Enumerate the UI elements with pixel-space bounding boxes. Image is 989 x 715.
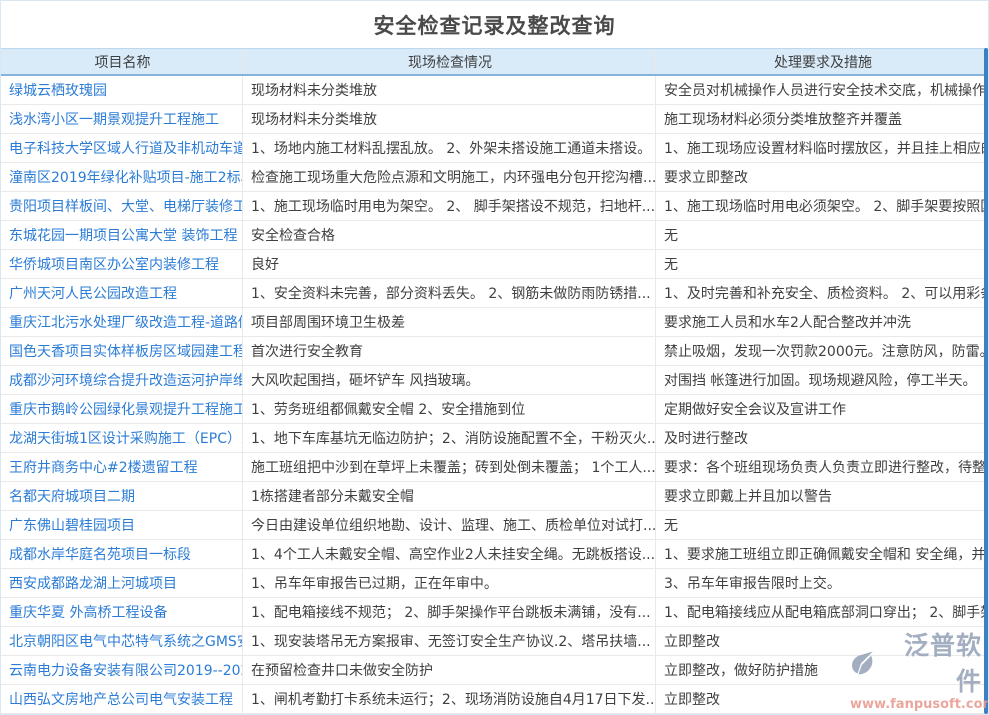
project-name-link[interactable]: 王府井商务中心#2楼遗留工程 (1, 453, 243, 481)
inspection-status-cell: 施工班组把中沙到在草坪上未覆盖；砖到处倒未覆盖； 1个工人... (243, 453, 656, 481)
measures-cell: 3、吊车年审报告限时上交。 (656, 569, 988, 597)
table-row: 浅水湾小区一期景观提升工程施工 现场材料未分类堆放 施工现场材料必须分类堆放整齐… (1, 105, 988, 134)
inspection-status-cell: 1栋搭建者部分未戴安全帽 (243, 482, 656, 510)
measures-cell: 定期做好安全会议及宣讲工作 (656, 395, 988, 423)
project-name-link[interactable]: 潼南区2019年绿化补贴项目-施工2标段 (1, 163, 243, 191)
project-name-link[interactable]: 华侨城项目南区办公室内装修工程 (1, 250, 243, 278)
table-body: 绿城云栖玫瑰园 现场材料未分类堆放 安全员对机械操作人员进行安全技术交底，机械操… (1, 76, 988, 714)
project-name-link[interactable]: 贵阳项目样板间、大堂、电梯厅装修工程 (1, 192, 243, 220)
project-name-link[interactable]: 浅水湾小区一期景观提升工程施工 (1, 105, 243, 133)
page-title: 安全检查记录及整改查询 (1, 1, 988, 48)
table-row: 重庆江北污水处理厂级改造工程-道路修复 项目部周围环境卫生极差 要求施工人员和水… (1, 308, 988, 337)
table-row: 北京朝阳区电气中芯特气系统之GMS安装 1、现安装塔吊无方案报审、无签订安全生产… (1, 627, 988, 656)
table-row: 重庆市鹅岭公园绿化景观提升工程施工 1、劳务班组都佩戴安全帽 2、安全措施到位 … (1, 395, 988, 424)
project-name-link[interactable]: 云南电力设备安装有限公司2019--2020年度 (1, 656, 243, 684)
inspection-status-cell: 良好 (243, 250, 656, 278)
measures-cell: 1、配电箱接线应从配电箱底部洞口穿出； 2、脚手架操作 (656, 598, 988, 626)
table-row: 广东佛山碧桂园项目 今日由建设单位组织地勘、设计、监理、施工、质检单位对试打..… (1, 511, 988, 540)
table-row: 潼南区2019年绿化补贴项目-施工2标段 检查施工现场重大危险点源和文明施工，内… (1, 163, 988, 192)
measures-cell: 1、要求施工班组立即正确佩戴安全帽和 安全绳，并立即纠 (656, 540, 988, 568)
measures-cell: 立即整改 (656, 627, 988, 655)
header-measures: 处理要求及措施 (656, 49, 988, 74)
measures-cell: 立即整改，做好防护措施 (656, 656, 988, 684)
measures-cell: 禁止吸烟，发现一次罚款2000元。注意防风，防雷。施工期 (656, 337, 988, 365)
measures-cell: 要求立即整改 (656, 163, 988, 191)
table-row: 名都天府城项目二期 1栋搭建者部分未戴安全帽 要求立即戴上并且加以警告 (1, 482, 988, 511)
measures-cell: 1、施工现场临时用电必须架空。 2、脚手架要按照国家标 (656, 192, 988, 220)
inspection-status-cell: 检查施工现场重大危险点源和文明施工，内环强电分包开挖沟槽... (243, 163, 656, 191)
project-name-link[interactable]: 成都水岸华庭名苑项目一标段 (1, 540, 243, 568)
safety-inspection-query-page: 安全检查记录及整改查询 项目名称 现场检查情况 处理要求及措施 绿城云栖玫瑰园 … (0, 0, 989, 715)
project-name-link[interactable]: 龙湖天街城1区设计采购施工（EPC）总承包 (1, 424, 243, 452)
measures-cell: 及时进行整改 (656, 424, 988, 452)
measures-cell: 要求立即戴上并且加以警告 (656, 482, 988, 510)
project-name-link[interactable]: 国色天香项目实体样板房区域园建工程 (1, 337, 243, 365)
table-row: 山西弘文房地产总公司电气安装工程 1、闸机考勤打卡系统未运行；2、现场消防设施自… (1, 685, 988, 714)
project-name-link[interactable]: 重庆江北污水处理厂级改造工程-道路修复 (1, 308, 243, 336)
project-name-link[interactable]: 山西弘文房地产总公司电气安装工程 (1, 685, 243, 713)
table-row: 国色天香项目实体样板房区域园建工程 首次进行安全教育 禁止吸烟，发现一次罚款20… (1, 337, 988, 366)
measures-cell: 无 (656, 511, 988, 539)
table-row: 成都沙河环境综合提升改造运河护岸维修改造 大风吹起围挡，砸坏铲车 风挡玻璃。 对… (1, 366, 988, 395)
project-name-link[interactable]: 电子科技大学区域人行道及非机动车道工程 (1, 134, 243, 162)
project-name-link[interactable]: 广州天河人民公园改造工程 (1, 279, 243, 307)
table-row: 贵阳项目样板间、大堂、电梯厅装修工程 1、施工现场临时用电为架空。 2、 脚手架… (1, 192, 988, 221)
inspection-status-cell: 1、劳务班组都佩戴安全帽 2、安全措施到位 (243, 395, 656, 423)
table-row: 西安成都路龙湖上河城项目 1、吊车年审报告已过期，正在年审中。 3、吊车年审报告… (1, 569, 988, 598)
inspection-status-cell: 安全检查合格 (243, 221, 656, 249)
inspection-status-cell: 1、现安装塔吊无方案报审、无签订安全生产协议.2、塔吊扶墙... (243, 627, 656, 655)
inspection-table: 项目名称 现场检查情况 处理要求及措施 绿城云栖玫瑰园 现场材料未分类堆放 安全… (1, 48, 988, 714)
inspection-status-cell: 1、配电箱接线不规范； 2、脚手架操作平台跳板未满铺，没有... (243, 598, 656, 626)
inspection-status-cell: 大风吹起围挡，砸坏铲车 风挡玻璃。 (243, 366, 656, 394)
table-vertical-scrollbar[interactable] (984, 48, 988, 714)
header-project-name: 项目名称 (1, 49, 243, 74)
inspection-status-cell: 1、场地内施工材料乱摆乱放。 2、外架未搭设施工通道未搭设。 (243, 134, 656, 162)
inspection-status-cell: 首次进行安全教育 (243, 337, 656, 365)
table-row: 龙湖天街城1区设计采购施工（EPC）总承包 1、地下车库基坑无临边防护；2、消防… (1, 424, 988, 453)
inspection-status-cell: 现场材料未分类堆放 (243, 76, 656, 104)
project-name-link[interactable]: 重庆市鹅岭公园绿化景观提升工程施工 (1, 395, 243, 423)
measures-cell: 1、施工现场应设置材料临时摆放区，并且挂上相应的警示 (656, 134, 988, 162)
table-row: 东城花园一期项目公寓大堂 装饰工程 安全检查合格 无 (1, 221, 988, 250)
inspection-status-cell: 1、安全资料未完善，部分资料丢失。 2、钢筋未做防雨防锈措... (243, 279, 656, 307)
table-header-row: 项目名称 现场检查情况 处理要求及措施 (1, 48, 988, 76)
inspection-status-cell: 1、4个工人未戴安全帽、高空作业2人未挂安全绳。无跳板搭设... (243, 540, 656, 568)
project-name-link[interactable]: 广东佛山碧桂园项目 (1, 511, 243, 539)
table-row: 广州天河人民公园改造工程 1、安全资料未完善，部分资料丢失。 2、钢筋未做防雨防… (1, 279, 988, 308)
measures-cell: 1、及时完善和补充安全、质检资料。 2、可以用彩条布进 (656, 279, 988, 307)
project-name-link[interactable]: 成都沙河环境综合提升改造运河护岸维修改造 (1, 366, 243, 394)
table-row: 电子科技大学区域人行道及非机动车道工程 1、场地内施工材料乱摆乱放。 2、外架未… (1, 134, 988, 163)
inspection-status-cell: 今日由建设单位组织地勘、设计、监理、施工、质检单位对试打... (243, 511, 656, 539)
table-row: 绿城云栖玫瑰园 现场材料未分类堆放 安全员对机械操作人员进行安全技术交底，机械操… (1, 76, 988, 105)
inspection-status-cell: 现场材料未分类堆放 (243, 105, 656, 133)
project-name-link[interactable]: 西安成都路龙湖上河城项目 (1, 569, 243, 597)
table-row: 成都水岸华庭名苑项目一标段 1、4个工人未戴安全帽、高空作业2人未挂安全绳。无跳… (1, 540, 988, 569)
inspection-status-cell: 1、吊车年审报告已过期，正在年审中。 (243, 569, 656, 597)
measures-cell: 要求施工人员和水车2人配合整改并冲洗 (656, 308, 988, 336)
project-name-link[interactable]: 重庆华夏 外高桥工程设备 (1, 598, 243, 626)
measures-cell: 无 (656, 250, 988, 278)
project-name-link[interactable]: 北京朝阳区电气中芯特气系统之GMS安装 (1, 627, 243, 655)
measures-cell: 施工现场材料必须分类堆放整齐并覆盖 (656, 105, 988, 133)
measures-cell: 安全员对机械操作人员进行安全技术交底，机械操作人 员培 (656, 76, 988, 104)
measures-cell: 要求：各个班组现场负责人负责立即进行整改，待整改完毕 (656, 453, 988, 481)
inspection-status-cell: 在预留检查井口未做安全防护 (243, 656, 656, 684)
measures-cell: 无 (656, 221, 988, 249)
table-row: 重庆华夏 外高桥工程设备 1、配电箱接线不规范； 2、脚手架操作平台跳板未满铺，… (1, 598, 988, 627)
inspection-status-cell: 1、地下车库基坑无临边防护；2、消防设施配置不全，干粉灭火... (243, 424, 656, 452)
table-row: 王府井商务中心#2楼遗留工程 施工班组把中沙到在草坪上未覆盖；砖到处倒未覆盖； … (1, 453, 988, 482)
table-row: 云南电力设备安装有限公司2019--2020年度 在预留检查井口未做安全防护 立… (1, 656, 988, 685)
inspection-status-cell: 项目部周围环境卫生极差 (243, 308, 656, 336)
project-name-link[interactable]: 绿城云栖玫瑰园 (1, 76, 243, 104)
measures-cell: 对围挡 帐篷进行加固。现场规避风险，停工半天。 (656, 366, 988, 394)
inspection-status-cell: 1、施工现场临时用电为架空。 2、 脚手架搭设不规范，扫地杆... (243, 192, 656, 220)
project-name-link[interactable]: 名都天府城项目二期 (1, 482, 243, 510)
measures-cell: 立即整改 (656, 685, 988, 713)
header-inspection-status: 现场检查情况 (243, 49, 656, 74)
table-row: 华侨城项目南区办公室内装修工程 良好 无 (1, 250, 988, 279)
project-name-link[interactable]: 东城花园一期项目公寓大堂 装饰工程 (1, 221, 243, 249)
inspection-status-cell: 1、闸机考勤打卡系统未运行；2、现场消防设施自4月17日下发... (243, 685, 656, 713)
